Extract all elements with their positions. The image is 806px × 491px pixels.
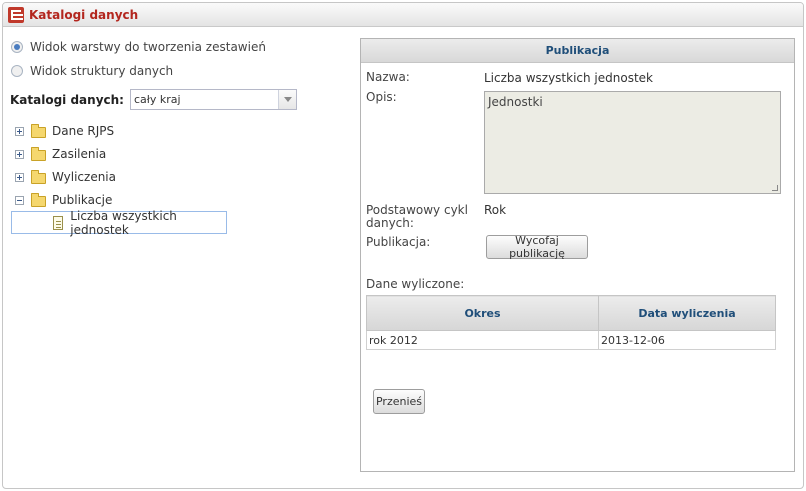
tree-node-label: Wyliczenia xyxy=(52,170,116,184)
catalog-list-icon xyxy=(8,6,24,23)
move-button[interactable]: Przenieś xyxy=(373,389,425,414)
description-value: Jednostki xyxy=(488,95,543,109)
folder-open-icon xyxy=(31,192,46,207)
tree-node-label: Zasilenia xyxy=(52,147,107,161)
catalog-select[interactable]: cały kraj xyxy=(129,89,297,110)
radio-button[interactable] xyxy=(11,65,23,77)
tree-node-dane-rjps[interactable]: Dane RJPS xyxy=(15,122,114,140)
chevron-down-icon[interactable] xyxy=(277,90,296,109)
collapse-icon[interactable] xyxy=(15,195,24,205)
folder-icon xyxy=(31,169,46,184)
expand-icon[interactable] xyxy=(15,126,24,136)
radio-label: Widok struktury danych xyxy=(30,64,174,78)
computed-data-label: Dane wyliczone: xyxy=(366,277,465,291)
cycle-label: Podstawowy cykl danych: xyxy=(366,203,468,230)
tree-node-label: Dane RJPS xyxy=(52,124,115,138)
resize-grip-icon[interactable] xyxy=(772,185,778,191)
name-value: Liczba wszystkich jednostek xyxy=(484,71,653,85)
catalog-select-value: cały kraj xyxy=(133,93,181,106)
expand-icon[interactable] xyxy=(15,172,24,182)
name-label: Nazwa: xyxy=(366,70,410,84)
table-row[interactable]: rok 2012 2013-12-06 xyxy=(366,330,776,350)
catalog-select-row: Katalogi danych: cały kraj xyxy=(10,89,297,110)
tree-leaf-label: Liczba wszystkich jednostek xyxy=(70,208,177,237)
column-header-computed-date[interactable]: Data wyliczenia xyxy=(598,295,776,331)
window-titlebar: Katalogi danych xyxy=(3,3,803,27)
window-title: Katalogi danych xyxy=(29,7,139,22)
radio-label: Widok warstwy do tworzenia zestawień xyxy=(30,40,266,54)
catalog-window: Katalogi danych Widok warstwy do tworzen… xyxy=(2,2,804,489)
document-icon xyxy=(53,215,64,230)
radio-button[interactable] xyxy=(11,41,23,53)
description-label: Opis: xyxy=(366,90,397,104)
table-cell-computed-date: 2013-12-06 xyxy=(598,330,776,350)
folder-icon xyxy=(31,146,46,161)
tree-node-publikacje[interactable]: Publikacje xyxy=(15,191,112,209)
publication-label: Publikacja: xyxy=(366,235,431,249)
table-cell-period: rok 2012 xyxy=(366,330,599,350)
description-textarea[interactable]: Jednostki xyxy=(484,91,781,194)
table-header-row: Okres Data wyliczenia xyxy=(366,295,776,331)
publication-panel: Publikacja Nazwa: Liczba wszystkich jedn… xyxy=(360,38,795,472)
withdraw-publication-button[interactable]: Wycofaj publikację xyxy=(486,234,588,260)
tree-node-label: Publikacje xyxy=(52,193,113,207)
tree-leaf-selected[interactable]: Liczba wszystkich jednostek xyxy=(11,208,227,237)
catalog-label: Katalogi danych: xyxy=(10,92,124,107)
computed-data-table: Okres Data wyliczenia rok 2012 2013-12-0… xyxy=(366,295,776,350)
cycle-value: Rok xyxy=(484,203,507,217)
panel-header: Publikacja xyxy=(361,39,794,63)
tree-node-wyliczenia[interactable]: Wyliczenia xyxy=(15,168,116,186)
expand-icon[interactable] xyxy=(15,149,24,159)
tree-node-zasilenia[interactable]: Zasilenia xyxy=(15,145,106,163)
column-header-period[interactable]: Okres xyxy=(366,295,599,331)
radio-layer-view[interactable]: Widok warstwy do tworzenia zestawień xyxy=(11,40,266,54)
radio-structure-view[interactable]: Widok struktury danych xyxy=(11,64,173,78)
folder-icon xyxy=(31,123,46,138)
